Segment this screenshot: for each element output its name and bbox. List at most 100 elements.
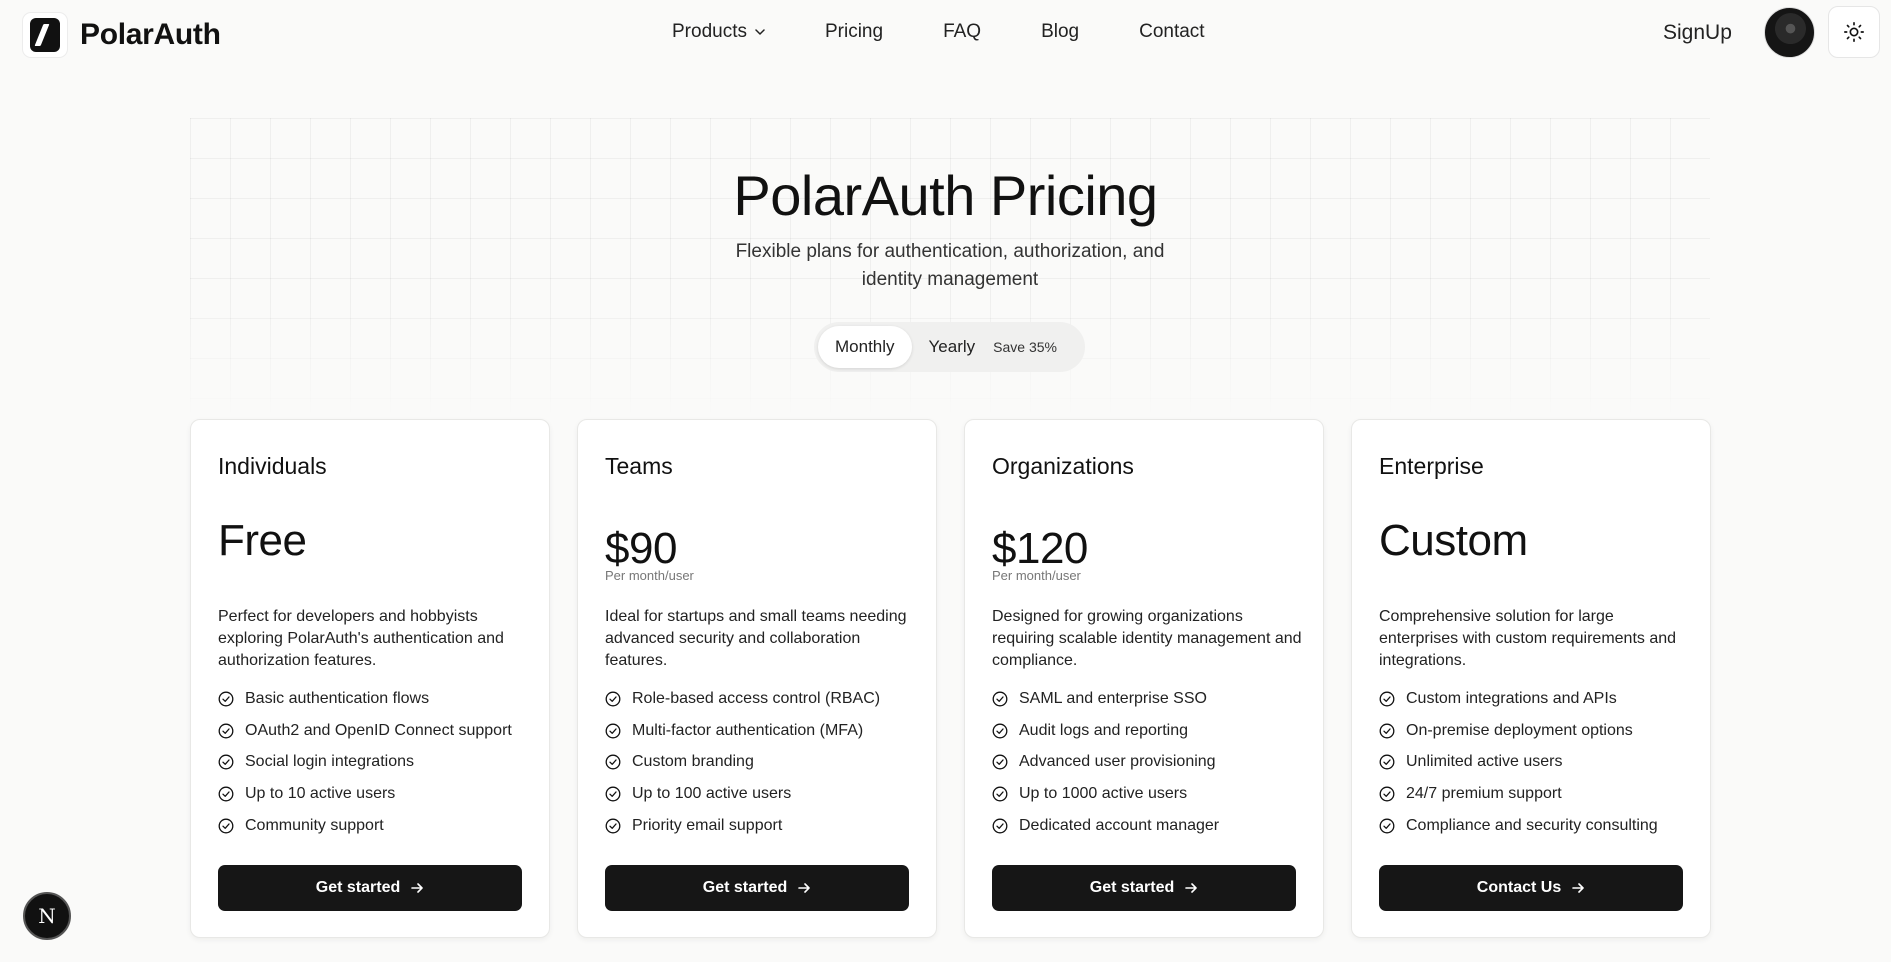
- plan-price: $120: [992, 524, 1088, 573]
- feature-item: Unlimited active users: [1379, 746, 1658, 778]
- page-subtitle: Flexible plans for authentication, autho…: [735, 241, 1165, 290]
- feature-label: Advanced user provisioning: [1019, 753, 1216, 771]
- feature-label: Unlimited active users: [1406, 753, 1563, 771]
- feature-label: Role-based access control (RBAC): [632, 689, 881, 707]
- check-circle-icon: [605, 754, 621, 770]
- feature-item: Basic authentication flows: [218, 683, 512, 715]
- check-circle-icon: [992, 691, 1008, 707]
- check-circle-icon: [218, 818, 234, 834]
- feature-label: Audit logs and reporting: [1019, 721, 1188, 739]
- contact-us-button[interactable]: Contact Us: [1379, 865, 1683, 911]
- dev-tools-badge[interactable]: N: [23, 892, 71, 940]
- check-circle-icon: [992, 754, 1008, 770]
- feature-item: Custom branding: [605, 746, 880, 778]
- main-nav: Products Pricing FAQ Blog Contact: [672, 21, 1205, 43]
- nav-item-blog[interactable]: Blog: [1041, 21, 1079, 43]
- check-circle-icon: [605, 691, 621, 707]
- plan-price: Free: [218, 516, 307, 565]
- billing-toggle: Monthly Yearly Save 35%: [814, 322, 1085, 372]
- feature-item: SAML and enterprise SSO: [992, 683, 1219, 715]
- nav-item-contact[interactable]: Contact: [1139, 21, 1204, 43]
- chevron-down-icon: [755, 29, 765, 35]
- check-circle-icon: [1379, 786, 1395, 802]
- feature-list: Role-based access control (RBAC) Multi-f…: [605, 683, 880, 841]
- nav-item-products[interactable]: Products: [672, 21, 765, 43]
- check-circle-icon: [1379, 723, 1395, 738]
- feature-label: Custom branding: [632, 753, 754, 771]
- feature-item: Advanced user provisioning: [992, 746, 1219, 778]
- plan-card-enterprise: Enterprise Custom Comprehensive solution…: [1351, 419, 1711, 938]
- feature-item: Up to 1000 active users: [992, 778, 1219, 810]
- get-started-button[interactable]: Get started: [218, 865, 522, 911]
- feature-label: 24/7 premium support: [1406, 784, 1562, 802]
- feature-item: Role-based access control (RBAC): [605, 683, 880, 715]
- billing-option-monthly[interactable]: Monthly: [818, 326, 912, 368]
- check-circle-icon: [218, 691, 234, 707]
- check-circle-icon: [218, 723, 234, 738]
- arrow-right-icon: [798, 883, 811, 893]
- plan-price: $90: [605, 524, 677, 573]
- check-circle-icon: [1379, 691, 1395, 707]
- feature-item: Priority email support: [605, 810, 880, 842]
- plan-description: Ideal for startups and small teams needi…: [605, 608, 907, 669]
- check-circle-icon: [218, 786, 234, 802]
- plan-billing-unit: Per month/user: [605, 568, 694, 583]
- plan-card-teams: Teams $90 Per month/user Ideal for start…: [577, 419, 937, 938]
- feature-label: Custom integrations and APIs: [1406, 689, 1617, 707]
- plan-description: Perfect for developers and hobbyists exp…: [218, 608, 504, 669]
- nav-item-pricing[interactable]: Pricing: [825, 21, 883, 43]
- check-circle-icon: [605, 723, 621, 738]
- check-circle-icon: [1379, 818, 1395, 834]
- plan-price: Custom: [1379, 516, 1528, 565]
- feature-label: SAML and enterprise SSO: [1019, 689, 1207, 707]
- brand-name: PolarAuth: [80, 18, 221, 51]
- check-circle-icon: [992, 786, 1008, 802]
- billing-option-yearly[interactable]: Yearly Save 35%: [912, 326, 1074, 368]
- logo-icon: [22, 12, 68, 58]
- feature-item: Up to 10 active users: [218, 778, 512, 810]
- get-started-button[interactable]: Get started: [605, 865, 909, 911]
- feature-list: SAML and enterprise SSO Audit logs and r…: [992, 683, 1219, 841]
- feature-item: Audit logs and reporting: [992, 715, 1219, 747]
- feature-item: Community support: [218, 810, 512, 842]
- feature-label: Basic authentication flows: [245, 689, 430, 707]
- check-circle-icon: [992, 723, 1008, 738]
- check-circle-icon: [605, 818, 621, 834]
- button-label: Get started: [315, 879, 401, 896]
- plan-name: Individuals: [218, 453, 327, 479]
- plan-name: Organizations: [992, 453, 1134, 479]
- arrow-right-icon: [1185, 883, 1198, 893]
- plan-card-organizations: Organizations $120 Per month/user Design…: [964, 419, 1324, 938]
- nav-item-faq[interactable]: FAQ: [943, 21, 981, 43]
- feature-item: On-premise deployment options: [1379, 715, 1658, 747]
- feature-label: Up to 100 active users: [632, 784, 792, 802]
- feature-label: Dedicated account manager: [1019, 816, 1220, 834]
- feature-item: 24/7 premium support: [1379, 778, 1658, 810]
- signup-link[interactable]: SignUp: [1663, 21, 1732, 45]
- arrow-right-icon: [411, 883, 424, 893]
- save-badge: Save 35%: [993, 339, 1057, 355]
- nav-item-label: Products: [672, 21, 747, 42]
- feature-item: Dedicated account manager: [992, 810, 1219, 842]
- plan-name: Enterprise: [1379, 453, 1484, 479]
- feature-label: Up to 10 active users: [245, 784, 396, 802]
- feature-item: Custom integrations and APIs: [1379, 683, 1658, 715]
- sun-icon: [1844, 22, 1864, 42]
- feature-label: Multi-factor authentication (MFA): [632, 721, 864, 739]
- brand-logo[interactable]: PolarAuth: [22, 12, 221, 58]
- plan-description: Comprehensive solution for large enterpr…: [1379, 608, 1677, 669]
- feature-item: Compliance and security consulting: [1379, 810, 1658, 842]
- plan-description: Designed for growing organizations requi…: [992, 608, 1302, 669]
- button-label: Get started: [702, 879, 788, 896]
- check-circle-icon: [218, 754, 234, 770]
- avatar[interactable]: [1764, 7, 1815, 58]
- top-navbar: PolarAuth Products Pricing FAQ Blog Cont…: [0, 0, 1891, 68]
- feature-label: Priority email support: [632, 816, 783, 834]
- feature-item: Up to 100 active users: [605, 778, 880, 810]
- feature-label: Social login integrations: [245, 753, 414, 771]
- feature-item: Social login integrations: [218, 746, 512, 778]
- theme-toggle-button[interactable]: [1828, 6, 1880, 58]
- get-started-button[interactable]: Get started: [992, 865, 1296, 911]
- check-circle-icon: [1379, 754, 1395, 770]
- feature-label: On-premise deployment options: [1406, 721, 1633, 739]
